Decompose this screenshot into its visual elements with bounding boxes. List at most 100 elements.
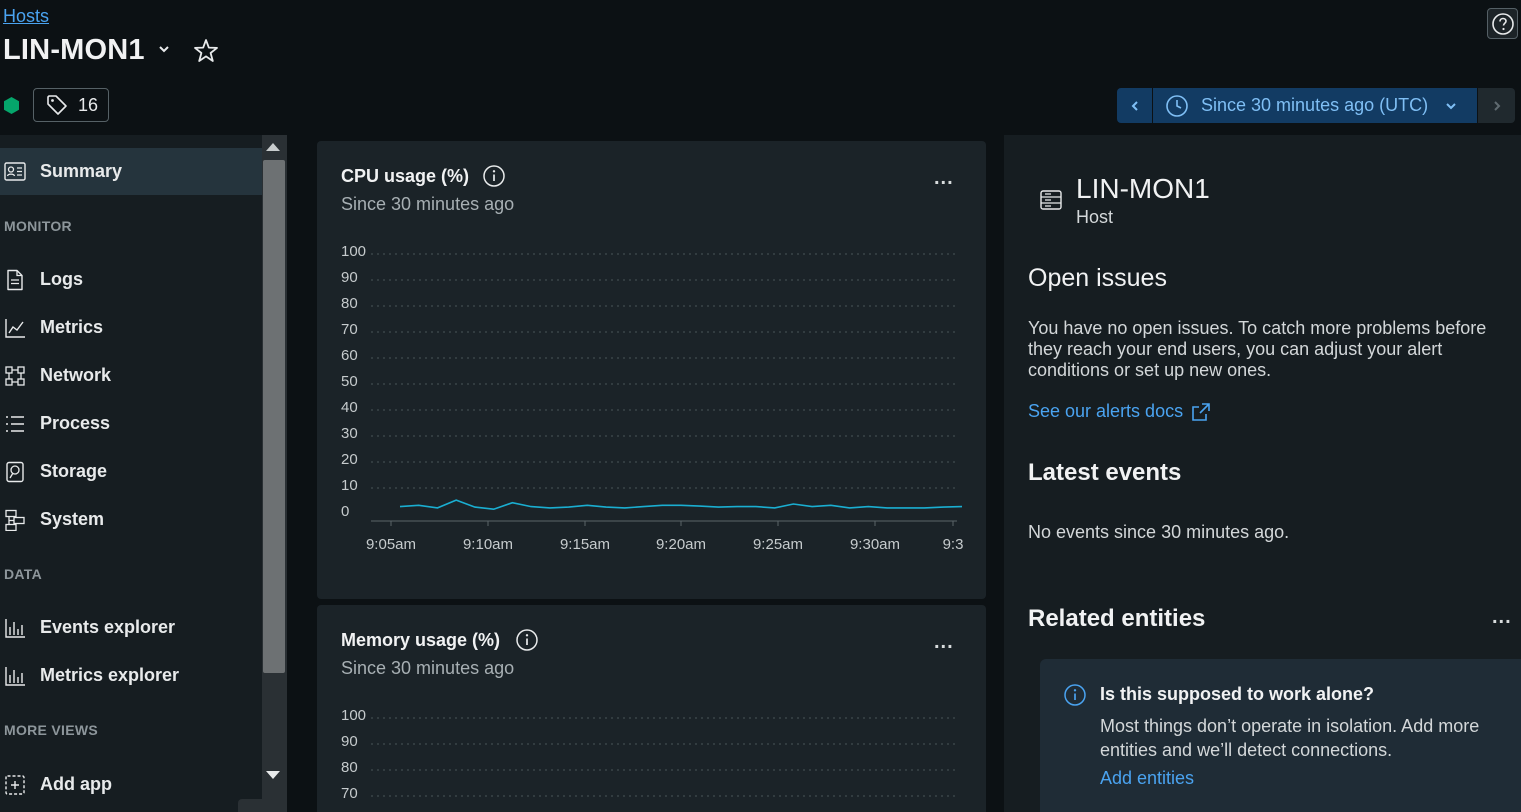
related-entities-more-menu[interactable]: ... [1492, 606, 1512, 629]
sidebar-item-label: Storage [40, 461, 108, 481]
x-tick-label: 9:3 [943, 536, 964, 553]
y-tick-label: 10 [341, 477, 358, 494]
y-tick-label: 30 [341, 425, 358, 442]
sidebar-item-label: Add app [40, 774, 112, 794]
y-tick-label: 70 [341, 321, 358, 338]
entity-name: LIN-MON1 [1076, 173, 1210, 204]
sidebar-item-process[interactable]: Process [0, 400, 262, 447]
info-box-title: Is this supposed to work alone? [1100, 684, 1375, 704]
time-range-label: Since 30 minutes ago (UTC) [1201, 95, 1429, 115]
section-data: DATA [4, 566, 43, 582]
y-tick-label: 90 [341, 733, 358, 750]
section-more-views: MORE VIEWS [4, 722, 99, 738]
y-tick-label: 100 [341, 243, 366, 260]
cpu-usage-card: CPU usage (%) Since 30 minutes ago ... 1… [317, 141, 986, 599]
scroll-down-arrow[interactable] [266, 771, 280, 779]
sidebar-item-storage[interactable]: Storage [0, 448, 262, 495]
page-title: LIN-MON1 [3, 34, 145, 66]
scroll-up-arrow[interactable] [266, 143, 280, 151]
cpu-usage-chart: 10090807060504030201009:05am 9:10am 9:15am… [341, 243, 964, 553]
alerts-docs-link-label: See our alerts docs [1028, 401, 1184, 421]
bar-chart-icon [5, 618, 25, 638]
y-tick-label: 60 [341, 347, 358, 364]
sidebar-item-label: Logs [40, 269, 83, 289]
x-tick-label: 9:05am [366, 536, 416, 553]
sidebar-item-label: Events explorer [40, 617, 176, 637]
sidebar-item-label: Metrics [40, 317, 104, 337]
sidebar-item-label: Metrics explorer [40, 665, 180, 685]
x-tick-label: 9:25am [753, 536, 803, 553]
entity-type: Host [1076, 207, 1114, 227]
open-issues-text: You have no open issues. To catch more p… [1028, 318, 1487, 380]
latest-events-heading: Latest events [1028, 459, 1182, 486]
system-icon [5, 509, 25, 531]
add-entities-link[interactable]: Add entities [1100, 768, 1194, 789]
section-monitor: MONITOR [4, 218, 72, 234]
x-tick-label: 9:30am [850, 536, 900, 553]
sidebar-item-label: System [40, 509, 105, 529]
y-tick-label: 40 [341, 399, 358, 416]
sidebar-item-logs[interactable]: Logs [0, 256, 262, 303]
sidebar-item-label: Summary [40, 161, 123, 181]
chevron-left-icon [1131, 100, 1138, 111]
time-previous-button[interactable] [1117, 88, 1153, 123]
external-link-icon [1192, 402, 1210, 421]
sidebar-collapse-button[interactable] [238, 799, 274, 812]
related-entities-heading: Related entities [1028, 605, 1206, 632]
chevron-right-icon [1493, 100, 1500, 111]
tags-button[interactable]: 16 [33, 88, 109, 122]
chevron-down-icon[interactable] [157, 42, 171, 56]
y-tick-label: 20 [341, 451, 358, 468]
network-icon [5, 365, 25, 386]
cpu-series-line [399, 499, 963, 511]
y-tick-label: 80 [341, 759, 358, 776]
breadcrumb-hosts[interactable]: Hosts [3, 6, 49, 27]
time-picker: Since 30 minutes ago (UTC) [1117, 88, 1515, 123]
sidebar-item-metrics[interactable]: Metrics [0, 304, 262, 351]
add-app-icon [5, 774, 25, 795]
info-box-text: Most things don’t operate in isolation. … [1100, 716, 1480, 760]
x-tick-label: 9:10am [463, 536, 513, 553]
chevron-down-icon [1446, 102, 1456, 109]
sidebar-item-add-app[interactable]: Add app [0, 761, 262, 808]
star-icon[interactable] [192, 37, 220, 65]
summary-icon [4, 161, 26, 181]
x-tick-label: 9:20am [656, 536, 706, 553]
sidebar-item-network[interactable]: Network [0, 352, 262, 399]
y-tick-label: 100 [341, 707, 366, 724]
sidebar-item-system[interactable]: System [0, 496, 262, 543]
storage-icon [6, 461, 24, 482]
y-tick-label: 50 [341, 373, 358, 390]
sidebar-item-label: Process [40, 413, 111, 433]
info-icon [1064, 684, 1086, 706]
memory-usage-card: Memory usage (%) Since 30 minutes ago ..… [317, 605, 986, 812]
time-next-button[interactable] [1478, 88, 1515, 123]
y-tick-label: 0 [341, 503, 349, 520]
memory-usage-chart: 100 90 80 70 [341, 707, 957, 802]
bar-chart-icon [5, 666, 25, 686]
health-status-icon [4, 97, 19, 114]
y-tick-label: 90 [341, 269, 358, 286]
sidebar-item-events-explorer[interactable]: Events explorer [0, 604, 262, 651]
help-button[interactable] [1487, 8, 1518, 39]
alerts-docs-link[interactable]: See our alerts docs [1028, 401, 1211, 422]
line-chart-icon [5, 318, 25, 338]
x-tick-label: 9:15am [560, 536, 610, 553]
latest-events-text: No events since 30 minutes ago. [1028, 522, 1290, 542]
document-icon [7, 269, 23, 290]
clock-icon [1166, 94, 1188, 117]
list-icon [6, 415, 24, 432]
sidebar-item-label: Network [40, 365, 112, 385]
help-icon [1491, 12, 1514, 35]
related-entities-info-box: Is this supposed to work alone? Most thi… [1040, 659, 1521, 812]
tag-count: 16 [78, 94, 99, 115]
time-range-button[interactable]: Since 30 minutes ago (UTC) [1153, 88, 1478, 123]
sidebar-scroll-thumb[interactable] [263, 160, 285, 673]
sidebar: Summary MONITOR Logs Metrics Network Pro… [0, 135, 262, 812]
y-tick-label: 80 [341, 295, 358, 312]
open-issues-heading: Open issues [1028, 264, 1167, 292]
sidebar-item-metrics-explorer[interactable]: Metrics explorer [0, 652, 262, 699]
sidebar-item-summary[interactable]: Summary [0, 148, 262, 195]
tag-icon [47, 95, 67, 115]
host-icon [1040, 190, 1062, 210]
